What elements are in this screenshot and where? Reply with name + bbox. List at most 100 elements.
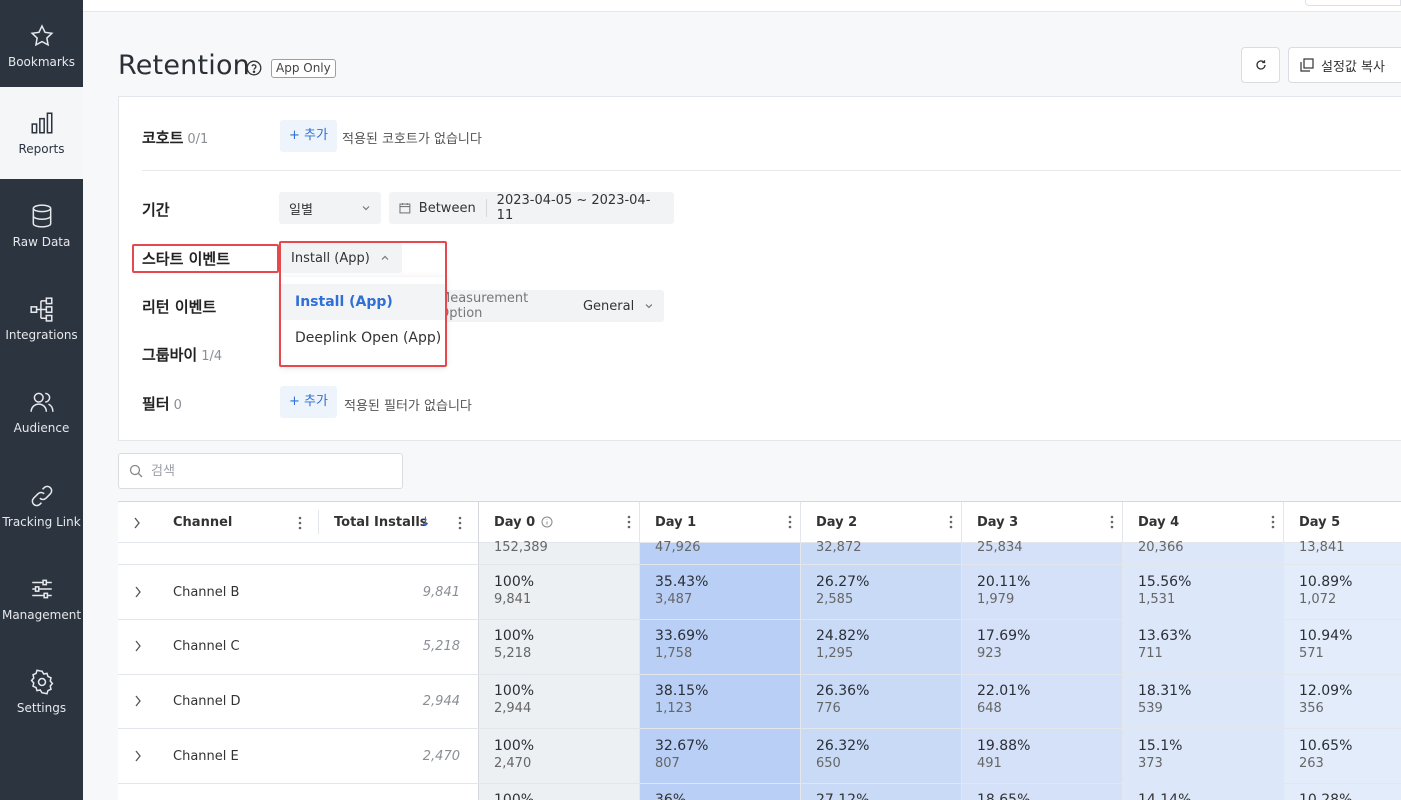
retention-cell: 32.67% 807	[655, 738, 709, 771]
expand-all-chevron-icon[interactable]	[133, 517, 141, 529]
sidebar-item-label: Reports	[18, 141, 65, 156]
refresh-icon	[1255, 60, 1266, 70]
measurement-option-select[interactable]: Measurement Option General	[429, 290, 664, 322]
retention-cell: 10.89% 1,072	[1299, 574, 1353, 607]
add-cohort-button[interactable]: + 추가	[280, 120, 337, 152]
sidebar: Bookmarks Reports Raw Data Integrations …	[0, 0, 83, 800]
filter-empty-hint: 적용된 필터가 없습니다	[344, 399, 472, 414]
sidebar-item-settings[interactable]: Settings	[0, 646, 83, 738]
groupby-label: 그룹바이 1/4	[142, 346, 223, 364]
period-granularity-value: 일별	[289, 202, 313, 218]
cell-count: 32,872	[816, 540, 862, 555]
column-menu-icon[interactable]	[298, 516, 302, 530]
column-menu-icon[interactable]	[458, 516, 462, 530]
period-granularity-select[interactable]: 일별	[279, 192, 381, 224]
retention-cell: 33.69% 1,758	[655, 628, 709, 661]
cell-percent: 100%	[494, 792, 535, 800]
retention-cell: 100% 2,470	[494, 738, 535, 771]
copy-settings-label: 설정값 복사	[1321, 59, 1385, 75]
cohort-empty-hint: 적용된 코호트가 없습니다	[342, 132, 482, 147]
expand-row-chevron-icon[interactable]	[133, 586, 143, 598]
column-header-day-0[interactable]: Day 0	[478, 502, 639, 543]
sidebar-item-integrations[interactable]: Integrations	[0, 273, 83, 365]
dropdown-option-install[interactable]: Install (App)	[281, 284, 445, 320]
sidebar-item-reports[interactable]: Reports	[0, 87, 83, 179]
column-menu-icon[interactable]	[788, 515, 792, 529]
top-bar	[83, 0, 1401, 12]
refresh-button[interactable]	[1241, 47, 1280, 83]
expand-row-chevron-icon[interactable]	[133, 640, 143, 652]
total-installs: 2,944	[422, 694, 460, 709]
add-filter-button[interactable]: + 추가	[280, 386, 337, 418]
expand-row-chevron-icon[interactable]	[133, 750, 143, 762]
app-only-badge: App Only	[271, 59, 336, 78]
column-separator	[1283, 502, 1284, 800]
retention-cell: 38.15% 1,123	[655, 683, 709, 716]
date-range-picker[interactable]: Between 2023-04-05 ~ 2023-04-11	[389, 192, 674, 224]
sidebar-item-audience[interactable]: Audience	[0, 366, 83, 458]
total-installs: 9,841	[422, 585, 460, 600]
sidebar-item-tracking-link[interactable]: Tracking Link	[0, 460, 83, 552]
column-separator	[478, 502, 479, 800]
retention-cell: 26.36% 776	[816, 683, 870, 716]
copy-icon	[1300, 58, 1314, 72]
measurement-option-label: Measurement Option	[439, 291, 529, 321]
retention-cell: 17.69% 923	[977, 628, 1031, 661]
sidebar-item-raw-data[interactable]: Raw Data	[0, 180, 83, 272]
column-header-day-5[interactable]: Day 5	[1283, 502, 1401, 543]
dropdown-option-deeplink-open[interactable]: Deeplink Open (App)	[281, 320, 445, 356]
between-label: Between	[418, 200, 476, 216]
help-icon[interactable]	[246, 60, 262, 76]
column-header-channel[interactable]: Channel	[173, 515, 232, 530]
bar-chart-icon	[30, 111, 53, 134]
column-header-label: Day 0	[494, 514, 536, 530]
sort-desc-icon[interactable]: ↓	[420, 515, 431, 530]
sidebar-item-label: Raw Data	[12, 234, 71, 249]
sidebar-item-bookmarks[interactable]: Bookmarks	[0, 0, 83, 92]
sidebar-item-label: Bookmarks	[7, 54, 76, 69]
users-icon	[29, 392, 54, 412]
settings-panel: 코호트 0/1 + 추가 적용된 코호트가 없습니다 기간 일별 Between …	[118, 96, 1401, 441]
column-header-day-4[interactable]: Day 4	[1122, 502, 1283, 543]
retention-cell: 20.11% 1,979	[977, 574, 1031, 607]
start-event-select[interactable]: Install (App)	[281, 243, 402, 273]
cohort-count: 0/1	[187, 132, 209, 147]
period-label: 기간	[142, 201, 170, 219]
column-header-total-installs[interactable]: Total Installs	[334, 515, 428, 530]
main-content: Retention App Only 설정값 복사 코호트 0/1 + 추가 적용…	[83, 0, 1401, 800]
retention-cell: 24.82% 1,295	[816, 628, 870, 661]
top-bar-control[interactable]	[1305, 0, 1401, 6]
column-header-day-3[interactable]: Day 3	[961, 502, 1122, 543]
retention-cell: 15.1% 373	[1138, 738, 1183, 771]
star-icon	[29, 23, 54, 46]
info-icon[interactable]	[541, 516, 553, 528]
sidebar-item-label: Tracking Link	[2, 514, 81, 529]
column-header-label: Day 2	[816, 514, 858, 530]
header-separator	[318, 510, 319, 534]
cell-percent: 14.14%	[1138, 792, 1192, 800]
column-menu-icon[interactable]	[949, 515, 953, 529]
column-menu-icon[interactable]	[627, 515, 631, 529]
channel-name: Channel B	[173, 585, 240, 600]
retention-cell: 13.63% 711	[1138, 628, 1192, 661]
total-installs: 2,470	[422, 749, 460, 764]
column-header-day-1[interactable]: Day 1	[639, 502, 800, 543]
cell-percent: 36%	[655, 792, 687, 800]
column-header-day-2[interactable]: Day 2	[800, 502, 961, 543]
start-event-value: Install (App)	[291, 250, 370, 266]
retention-cell: 18.31% 539	[1138, 683, 1192, 716]
column-menu-icon[interactable]	[1110, 515, 1114, 529]
total-installs: 5,218	[422, 639, 460, 654]
copy-settings-button[interactable]: 설정값 복사	[1288, 47, 1401, 83]
channel-name: Channel C	[173, 639, 240, 654]
cell-percent: 18.65%	[977, 792, 1031, 800]
expand-row-chevron-icon[interactable]	[133, 695, 143, 707]
search-box[interactable]	[118, 453, 403, 489]
cohort-label: 코호트 0/1	[142, 129, 209, 147]
column-menu-icon[interactable]	[1271, 515, 1275, 529]
integrations-icon	[29, 296, 53, 322]
search-input[interactable]	[151, 463, 391, 479]
separator	[485, 199, 487, 217]
database-icon	[32, 203, 51, 228]
sidebar-item-management[interactable]: Management	[0, 553, 83, 645]
